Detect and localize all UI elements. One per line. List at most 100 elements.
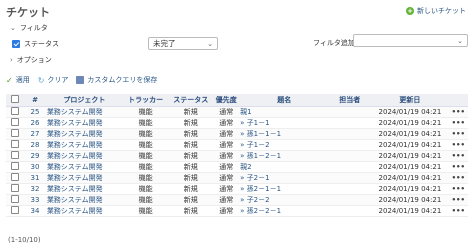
issue-priority: 通常 — [212, 117, 241, 129]
issue-subject[interactable]: » 子1－2 — [240, 139, 329, 151]
issue-assignee — [328, 139, 372, 151]
issue-status: 新規 — [169, 183, 213, 195]
issue-priority: 通常 — [212, 161, 241, 173]
table-row[interactable]: 33 業務システム開発 機能 新規 通常» 子2－2 2024/01/19 04:21 ••… — [6, 194, 468, 206]
issue-priority: 通常 — [212, 183, 241, 195]
table-row[interactable]: 25 業務システム開発 機能 新規 通常 親1 2024/01/19 04:21 ••• — [6, 106, 468, 118]
row-checkbox[interactable] — [10, 150, 19, 159]
options-toggle[interactable]: › オプション — [10, 55, 52, 65]
row-checkbox[interactable] — [10, 205, 19, 214]
more-options-icon[interactable]: ••• — [452, 185, 465, 193]
issue-project[interactable]: 業務システム開発 — [46, 205, 123, 217]
more-options-icon[interactable]: ••• — [452, 207, 465, 215]
issue-project[interactable]: 業務システム開発 — [46, 194, 123, 206]
more-options-icon[interactable]: ••• — [452, 174, 465, 182]
status-operator-select[interactable]: 未完了 ⌄ — [148, 37, 218, 50]
issue-subject[interactable]: » 孫2－1－1 — [240, 183, 329, 195]
row-actions-cell: ••• — [448, 172, 468, 184]
more-options-icon[interactable]: ••• — [452, 141, 465, 149]
new-ticket-link[interactable]: + 新しいチケット — [406, 6, 466, 16]
table-row[interactable]: 26 業務システム開発 機能 新規 通常» 子1－1 2024/01/19 04:21 ••… — [6, 117, 468, 129]
issue-project[interactable]: 業務システム開発 — [46, 139, 123, 151]
issue-subject[interactable]: » 子2－1 — [240, 172, 329, 184]
clear-button[interactable]: ↻ クリア — [38, 75, 69, 85]
table-row[interactable]: 27 業務システム開発 機能 新規 通常» 孫1－1－1 2024/01/19 04:21… — [6, 128, 468, 140]
issue-id[interactable]: 30 — [23, 161, 47, 173]
issue-tracker: 機能 — [122, 128, 170, 140]
row-checkbox[interactable] — [10, 117, 19, 126]
add-filter-select[interactable]: ⌄ — [353, 34, 468, 47]
select-all-checkbox[interactable] — [10, 94, 19, 103]
table-row[interactable]: 30 業務システム開発 機能 新規 通常 親2 2024/01/19 04:21 ••• — [6, 161, 468, 173]
table-row[interactable]: 31 業務システム開発 機能 新規 通常» 子2－1 2024/01/19 04:21 ••… — [6, 172, 468, 184]
issue-subject[interactable]: » 子2－2 — [240, 194, 329, 206]
row-checkbox[interactable] — [10, 194, 19, 203]
issue-status: 新規 — [169, 150, 213, 162]
col-subject[interactable]: 題名 — [240, 94, 329, 107]
issue-id[interactable]: 32 — [23, 183, 47, 195]
issue-updated: 2024/01/19 04:21 — [371, 139, 449, 151]
issue-id[interactable]: 31 — [23, 172, 47, 184]
issue-status: 新規 — [169, 128, 213, 140]
issue-subject[interactable]: 親1 — [240, 106, 329, 118]
issue-status: 新規 — [169, 194, 213, 206]
issue-project[interactable]: 業務システム開発 — [46, 172, 123, 184]
issue-id[interactable]: 27 — [23, 128, 47, 140]
col-tracker[interactable]: トラッカー — [122, 94, 170, 107]
issue-priority: 通常 — [212, 139, 241, 151]
issue-status: 新規 — [169, 161, 213, 173]
issue-status: 新規 — [169, 205, 213, 217]
issue-id[interactable]: 33 — [23, 194, 47, 206]
more-options-icon[interactable]: ••• — [452, 130, 465, 138]
issue-assignee — [328, 128, 372, 140]
issue-id[interactable]: 34 — [23, 205, 47, 217]
issue-id[interactable]: 29 — [23, 150, 47, 162]
row-checkbox[interactable] — [10, 161, 19, 170]
apply-button[interactable]: ✓ 適用 — [6, 75, 30, 85]
col-assignee[interactable]: 担当者 — [328, 94, 372, 107]
issue-id[interactable]: 26 — [23, 117, 47, 129]
issue-subject[interactable]: 親2 — [240, 161, 329, 173]
row-checkbox[interactable] — [10, 128, 19, 137]
col-priority[interactable]: 優先度 — [212, 94, 241, 107]
row-checkbox[interactable] — [10, 172, 19, 181]
row-actions-cell: ••• — [448, 205, 468, 217]
more-options-icon[interactable]: ••• — [452, 196, 465, 204]
issue-project[interactable]: 業務システム開発 — [46, 183, 123, 195]
issue-subject[interactable]: » 孫2－2－1 — [240, 205, 329, 217]
row-checkbox[interactable] — [10, 183, 19, 192]
col-status[interactable]: ステータス — [169, 94, 213, 107]
filter-toggle[interactable]: ⌄ フィルタ — [10, 23, 48, 33]
row-checkbox[interactable] — [10, 106, 19, 115]
issue-project[interactable]: 業務システム開発 — [46, 128, 123, 140]
issue-status: 新規 — [169, 139, 213, 151]
table-row[interactable]: 29 業務システム開発 機能 新規 通常» 孫1－2－1 2024/01/19 04:21… — [6, 150, 468, 162]
issue-tracker: 機能 — [122, 150, 170, 162]
issue-subject[interactable]: » 孫1－1－1 — [240, 128, 329, 140]
col-updated[interactable]: 更新日 — [371, 94, 449, 107]
table-row[interactable]: 34 業務システム開発 機能 新規 通常» 孫2－2－1 2024/01/19 04:21… — [6, 205, 468, 217]
issue-project[interactable]: 業務システム開発 — [46, 106, 123, 118]
more-options-icon[interactable]: ••• — [452, 108, 465, 116]
issue-tracker: 機能 — [122, 172, 170, 184]
issue-subject[interactable]: » 孫1－2－1 — [240, 150, 329, 162]
issue-status: 新規 — [169, 172, 213, 184]
table-row[interactable]: 32 業務システム開発 機能 新規 通常» 孫2－1－1 2024/01/19 04:21… — [6, 183, 468, 195]
row-checkbox[interactable] — [10, 139, 19, 148]
table-row[interactable]: 28 業務システム開発 機能 新規 通常» 子1－2 2024/01/19 04:21 ••… — [6, 139, 468, 151]
issue-tracker: 機能 — [122, 194, 170, 206]
more-options-icon[interactable]: ••• — [452, 119, 465, 127]
save-query-button[interactable]: カスタムクエリを保存 — [76, 75, 157, 85]
more-options-icon[interactable]: ••• — [452, 152, 465, 160]
more-options-icon[interactable]: ••• — [452, 163, 465, 171]
issue-project[interactable]: 業務システム開発 — [46, 161, 123, 173]
status-filter-checkbox[interactable] — [12, 40, 20, 48]
pagination-info: (1-10/10) — [8, 236, 41, 244]
col-project[interactable]: プロジェクト — [46, 94, 123, 107]
issue-project[interactable]: 業務システム開発 — [46, 117, 123, 129]
issue-id[interactable]: 25 — [23, 106, 47, 118]
issue-subject[interactable]: » 子1－1 — [240, 117, 329, 129]
col-id[interactable]: # — [23, 94, 47, 107]
issue-project[interactable]: 業務システム開発 — [46, 150, 123, 162]
issue-id[interactable]: 28 — [23, 139, 47, 151]
